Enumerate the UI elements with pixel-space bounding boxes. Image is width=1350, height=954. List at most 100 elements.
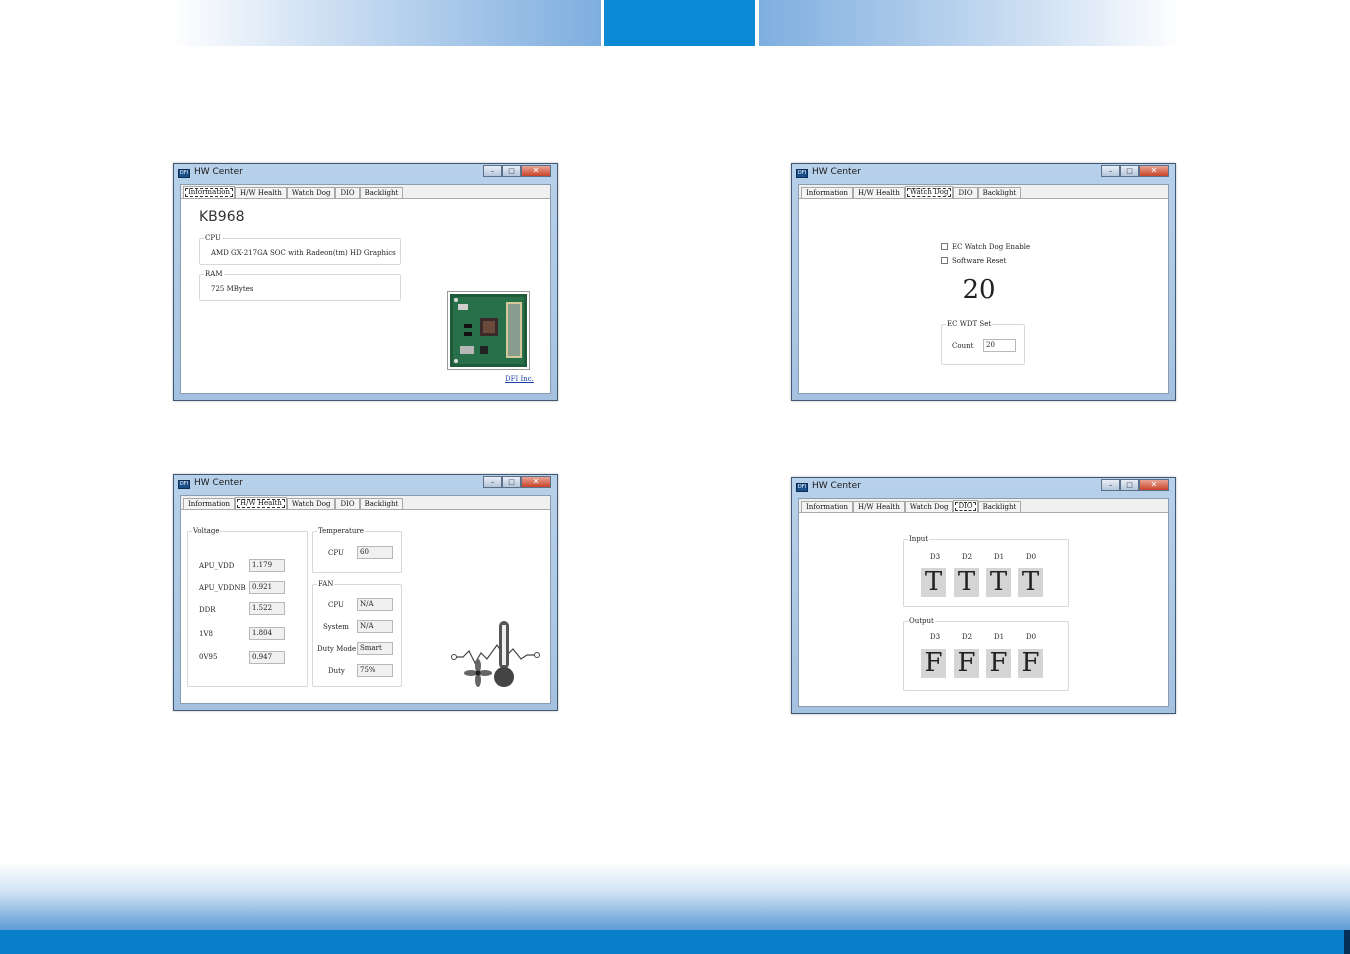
- software-reset-checkbox[interactable]: [941, 257, 948, 264]
- ram-group-label: RAM: [204, 270, 224, 278]
- input-pin-label: D3: [930, 553, 941, 561]
- output-toggle-d0[interactable]: F: [1018, 649, 1043, 678]
- voltage-group-label: Voltage: [192, 527, 221, 535]
- output-pin-label: D3: [930, 633, 941, 641]
- maximize-button[interactable]: □: [502, 476, 521, 488]
- close-button[interactable]: ✕: [521, 476, 551, 488]
- close-button[interactable]: ✕: [1139, 479, 1169, 491]
- maximize-button[interactable]: □: [502, 165, 521, 177]
- fan-label: CPU: [328, 601, 344, 609]
- fan-label: System: [323, 623, 349, 631]
- voltage-group: Voltage APU_VDD 1.179 APU_VDDNB 0.921 DD…: [187, 527, 308, 687]
- output-pin-label: D2: [962, 633, 973, 641]
- ec-watchdog-enable-label: EC Watch Dog Enable: [952, 243, 1031, 251]
- ram-value: 725 MBytes: [211, 285, 254, 293]
- count-label: Count: [952, 342, 974, 350]
- hw-center-window-hw-health: DFI HW Center – □ ✕ Information H/W Heal…: [173, 474, 558, 711]
- voltage-value: 1.522: [249, 602, 285, 615]
- input-group: Input D3 D2 D1 D0 T T T T: [903, 535, 1069, 607]
- ec-wdt-set-group: EC WDT Set Count 20: [941, 320, 1025, 365]
- fan-group: FAN CPU N/A System N/A Duty Mode Smart D…: [312, 580, 402, 687]
- output-toggle-d2[interactable]: F: [954, 649, 979, 678]
- count-input[interactable]: 20: [983, 339, 1016, 352]
- voltage-label: APU_VDD: [199, 562, 235, 570]
- footer-notch: [1344, 930, 1350, 954]
- title-bar[interactable]: DFI HW Center – □ ✕: [792, 164, 1175, 182]
- voltage-value: 0.921: [249, 581, 285, 594]
- cpu-group-label: CPU: [204, 234, 222, 242]
- ec-watchdog-enable-checkbox[interactable]: [941, 243, 948, 250]
- software-reset-label: Software Reset: [952, 257, 1007, 265]
- minimize-button[interactable]: –: [483, 476, 502, 488]
- maximize-button[interactable]: □: [1120, 479, 1139, 491]
- voltage-value: 1.179: [249, 559, 285, 572]
- window-title: HW Center: [194, 478, 243, 488]
- window-client: Information H/W Health Watch Dog DIO Bac…: [180, 495, 551, 704]
- fan-label: Duty: [328, 667, 345, 675]
- window-client: Information H/W Health Watch Dog DIO Bac…: [798, 498, 1169, 707]
- voltage-value: 0.947: [249, 651, 285, 664]
- window-title: HW Center: [812, 481, 861, 491]
- input-pin-label: D2: [962, 553, 973, 561]
- fan-label: Duty Mode: [317, 645, 357, 653]
- input-state-d1: T: [986, 568, 1011, 597]
- output-group-label: Output: [908, 617, 935, 625]
- temp-cpu-label: CPU: [328, 549, 344, 557]
- input-group-label: Input: [908, 535, 930, 543]
- input-state-d2: T: [954, 568, 979, 597]
- dfi-app-icon: DFI: [796, 483, 808, 492]
- input-pin-label: D0: [1026, 553, 1037, 561]
- header-gradient-right: [759, 0, 1183, 46]
- output-group: Output D3 D2 D1 D0 F F F F: [903, 617, 1069, 691]
- fan-group-label: FAN: [317, 580, 335, 588]
- temperature-group: Temperature CPU 60: [312, 527, 402, 573]
- output-toggle-d3[interactable]: F: [921, 649, 946, 678]
- window-client: Information H/W Health Watch Dog DIO Bac…: [180, 184, 551, 394]
- temp-cpu-value: 60: [357, 546, 393, 559]
- watchdog-panel: EC Watch Dog Enable Software Reset 20 EC…: [799, 198, 1168, 393]
- output-toggle-d1[interactable]: F: [986, 649, 1011, 678]
- dfi-app-icon: DFI: [796, 169, 808, 178]
- window-title: HW Center: [812, 167, 861, 177]
- title-bar[interactable]: DFI HW Center – □ ✕: [174, 475, 557, 493]
- maximize-button[interactable]: □: [1120, 165, 1139, 177]
- header-gradient-left: [170, 0, 601, 46]
- input-state-d0: T: [1018, 568, 1043, 597]
- minimize-button[interactable]: –: [1101, 479, 1120, 491]
- output-pin-label: D0: [1026, 633, 1037, 641]
- board-photo: [447, 291, 530, 370]
- ec-wdt-set-label: EC WDT Set: [946, 320, 993, 328]
- close-button[interactable]: ✕: [521, 165, 551, 177]
- minimize-button[interactable]: –: [483, 165, 502, 177]
- footer-gradient: [0, 862, 1350, 930]
- window-client: Information H/W Health Watch Dog DIO Bac…: [798, 184, 1169, 394]
- dfi-link[interactable]: DFI Inc.: [505, 375, 534, 383]
- fan-value: Smart: [357, 642, 393, 655]
- information-panel: KB968 CPU AMD GX-217GA SOC with Radeon(t…: [181, 198, 550, 393]
- ram-group: RAM 725 MBytes: [199, 270, 401, 301]
- fan-value: N/A: [357, 620, 393, 633]
- fan-value: 75%: [357, 664, 393, 677]
- header-chapter-block: [604, 0, 755, 46]
- close-button[interactable]: ✕: [1139, 165, 1169, 177]
- hw-health-panel: Voltage APU_VDD 1.179 APU_VDDNB 0.921 DD…: [181, 509, 550, 703]
- temperature-group-label: Temperature: [317, 527, 365, 535]
- title-bar[interactable]: DFI HW Center – □ ✕: [174, 164, 557, 182]
- hw-center-window-information: DFI HW Center – □ ✕ Information H/W Heal…: [173, 163, 558, 401]
- countdown-display: 20: [962, 275, 996, 305]
- hw-center-window-watchdog: DFI HW Center – □ ✕ Information H/W Heal…: [791, 163, 1176, 401]
- window-title: HW Center: [194, 167, 243, 177]
- voltage-label: 0V95: [199, 653, 218, 661]
- title-bar[interactable]: DFI HW Center – □ ✕: [792, 478, 1175, 496]
- voltage-label: DDR: [199, 606, 216, 614]
- input-state-d3: T: [921, 568, 946, 597]
- footer-bar: [0, 930, 1350, 954]
- minimize-button[interactable]: –: [1101, 165, 1120, 177]
- cpu-group: CPU AMD GX-217GA SOC with Radeon(tm) HD …: [199, 234, 401, 265]
- cpu-value: AMD GX-217GA SOC with Radeon(tm) HD Grap…: [211, 249, 396, 257]
- voltage-label: APU_VDDNB: [199, 584, 246, 592]
- dio-panel: Input D3 D2 D1 D0 T T T T Output D3 D2 D…: [799, 512, 1168, 706]
- thermometer-fan-icon: [451, 615, 541, 690]
- fan-value: N/A: [357, 598, 393, 611]
- input-pin-label: D1: [994, 553, 1005, 561]
